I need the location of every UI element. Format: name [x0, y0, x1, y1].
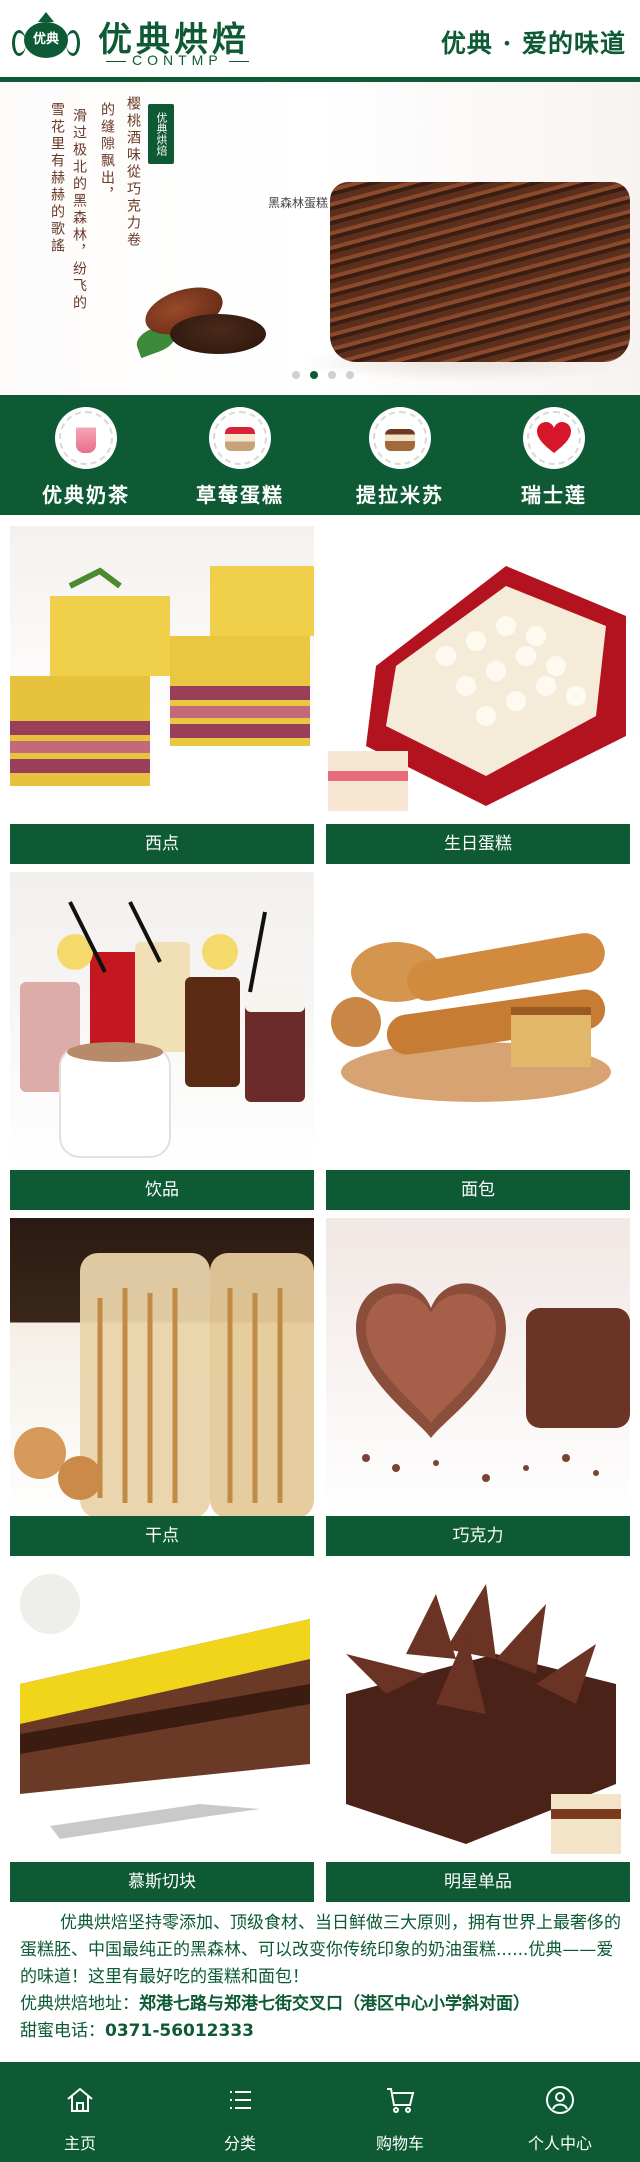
phone-value[interactable]: 0371-56012333: [105, 2021, 254, 2041]
product-card-star-product[interactable]: 明星单品: [326, 1564, 630, 1904]
laurel-right-icon: [66, 30, 80, 56]
intro-text: 优典烘焙坚持零添加、顶级食材、当日鲜做三大原则，拥有世界上最奢侈的蛋糕胚、中国最…: [20, 1913, 621, 1987]
heart-chocolate-icon: [523, 407, 585, 469]
banner-poem-line-2: 的缝隙飘出，: [99, 102, 115, 204]
product-caption: 干点: [10, 1516, 314, 1556]
tab-label: 主页: [63, 2134, 96, 2153]
category-label: 优典奶茶: [42, 483, 130, 507]
banner-poem-line-4: 雪花里有赫赫的歌謠: [49, 102, 65, 255]
cart-icon: [387, 2088, 415, 2113]
banner-poem-line-3: 滑过极北的黑森林，纷飞的: [71, 108, 87, 312]
black-forest-cake-image: [300, 142, 640, 392]
mousse-slice-photo: [10, 1564, 314, 1862]
carousel-dot[interactable]: [328, 371, 336, 379]
address-line: 优典烘焙地址：郑港七路与郑港七街交叉口（港区中心小学斜对面）: [20, 1991, 624, 2018]
product-caption: 面包: [326, 1170, 630, 1210]
tab-home[interactable]: 主页: [0, 2062, 160, 2162]
milk-tea-icon: [55, 407, 117, 469]
bread-photo: [326, 872, 630, 1170]
product-caption: 明星单品: [326, 1862, 630, 1902]
bottom-tab-bar: 主页 分类 购物车 个人中心: [0, 2062, 640, 2162]
address-value: 郑港七路与郑港七街交叉口（港区中心小学斜对面）: [139, 1994, 530, 2014]
banner-poem-line-1: 樱桃酒味從巧克力卷: [125, 96, 141, 249]
carousel-dots[interactable]: [292, 364, 364, 383]
product-card-birthday-cake[interactable]: 生日蛋糕: [326, 526, 630, 866]
category-item-tiramisu[interactable]: 提拉米苏: [320, 407, 480, 508]
brand-subtitle: CONTMP: [100, 52, 255, 68]
banner-tag: 优典烘焙: [148, 104, 174, 164]
product-card-chocolate[interactable]: 巧克力: [326, 1218, 630, 1558]
drinks-photo: [10, 872, 314, 1170]
list-icon: [230, 2091, 251, 2109]
user-icon: [546, 2086, 574, 2114]
carousel-dot[interactable]: [292, 371, 300, 379]
home-icon: [67, 2087, 93, 2112]
birthday-cake-photo: [326, 526, 630, 824]
phone-line: 甜蜜电话：0371-56012333: [20, 2018, 624, 2045]
logo-emblem[interactable]: 优典: [10, 12, 82, 62]
product-caption: 巧克力: [326, 1516, 630, 1556]
tab-label: 购物车: [375, 2134, 424, 2153]
product-card-drinks[interactable]: 饮品: [10, 872, 314, 1212]
product-caption: 慕斯切块: [10, 1862, 314, 1902]
hero-banner[interactable]: 雪花里有赫赫的歌謠 滑过极北的黑森林，纷飞的 的缝隙飘出， 樱桃酒味從巧克力卷 …: [0, 82, 640, 395]
star-product-photo: [326, 1564, 630, 1862]
category-label: 瑞士莲: [521, 483, 587, 507]
crown-icon: [38, 12, 54, 22]
tab-category[interactable]: 分类: [160, 2062, 320, 2162]
strawberry-cake-icon: [209, 407, 271, 469]
phone-label: 甜蜜电话：: [20, 2021, 105, 2041]
address-label: 优典烘焙地址：: [20, 1994, 139, 2014]
chocolate-photo: [326, 1218, 630, 1516]
logo-text: 优典: [24, 22, 68, 58]
site-header: 优典 优典烘焙 CONTMP 优典 · 爱的味道: [0, 0, 640, 82]
tab-label: 个人中心: [527, 2134, 592, 2153]
carousel-dot[interactable]: [346, 371, 354, 379]
product-card-mousse-slice[interactable]: 慕斯切块: [10, 1564, 314, 1904]
product-caption: 西点: [10, 824, 314, 864]
category-item-lindt[interactable]: 瑞士莲: [474, 407, 634, 508]
tab-label: 分类: [223, 2134, 256, 2153]
cocoa-illustration: [130, 278, 270, 362]
category-nav: 优典奶茶 草莓蛋糕 提拉米苏 瑞士莲: [0, 395, 640, 515]
product-caption: 生日蛋糕: [326, 824, 630, 864]
product-card-dry-snacks[interactable]: 干点: [10, 1218, 314, 1558]
category-label: 草莓蛋糕: [196, 483, 284, 507]
product-caption: 饮品: [10, 1170, 314, 1210]
layered-pastry-photo: [10, 526, 314, 824]
product-card-west-pastry[interactable]: 西点: [10, 526, 314, 866]
category-item-strawberry-cake[interactable]: 草莓蛋糕: [160, 407, 320, 508]
tiramisu-icon: [369, 407, 431, 469]
category-label: 提拉米苏: [356, 483, 444, 507]
tab-profile[interactable]: 个人中心: [480, 2062, 640, 2162]
tab-cart[interactable]: 购物车: [320, 2062, 480, 2162]
category-item-milk-tea[interactable]: 优典奶茶: [6, 407, 166, 508]
slogan: 优典 · 爱的味道: [440, 29, 626, 58]
carousel-dot-active[interactable]: [310, 371, 318, 379]
store-intro: 优典烘焙坚持零添加、顶级食材、当日鲜做三大原则，拥有世界上最奢侈的蛋糕胚、中国最…: [20, 1910, 624, 2045]
product-card-bread[interactable]: 面包: [326, 872, 630, 1212]
dry-snacks-photo: [10, 1218, 314, 1516]
